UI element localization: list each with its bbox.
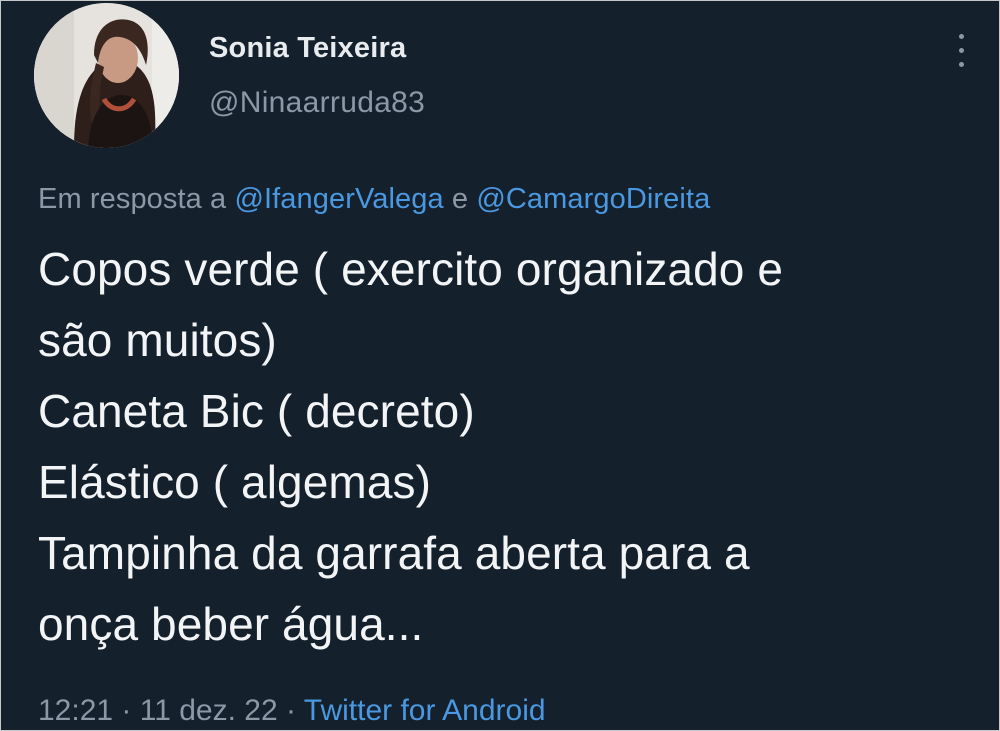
tweet-source-link[interactable]: Twitter for Android: [304, 694, 546, 727]
tweet-text-line: Copos verde ( exercito organizado e: [38, 243, 784, 295]
more-dot: [959, 48, 964, 53]
tweet-date[interactable]: 11 dez. 22: [140, 694, 278, 727]
author-display-name[interactable]: Sonia Teixeira: [209, 32, 406, 65]
avatar-photo: [34, 3, 179, 148]
author-handle[interactable]: @Ninaarruda83: [209, 86, 425, 120]
tweet-text-line: onça beber água...: [38, 598, 424, 650]
reply-prefix: Em resposta a: [38, 183, 227, 215]
avatar[interactable]: [34, 3, 179, 148]
tweet-text-line: são muitos): [38, 314, 277, 366]
tweet-meta: 12:21 · 11 dez. 22 · Twitter for Android: [38, 694, 546, 728]
more-dot: [959, 34, 964, 39]
tweet-card: Sonia Teixeira @Ninaarruda83 Em resposta…: [0, 0, 1000, 731]
reply-mention-ifangervalega[interactable]: @IfangerValega: [234, 183, 443, 215]
tweet-text-line: Caneta Bic ( decreto): [38, 385, 475, 437]
tweet-text-line: Elástico ( algemas): [38, 456, 432, 508]
reply-mention-camargodireita[interactable]: @CamargoDireita: [476, 183, 710, 215]
reply-context: Em resposta a @IfangerValega e @CamargoD…: [38, 183, 710, 216]
reply-joiner: e: [451, 183, 469, 215]
tweet-text: Copos verde ( exercito organizado e são …: [38, 234, 988, 660]
tweet-text-line: Tampinha da garrafa aberta para a: [38, 527, 750, 579]
meta-separator: ·: [286, 694, 296, 727]
more-dot: [959, 62, 964, 67]
tweet-time[interactable]: 12:21: [38, 694, 113, 727]
more-icon[interactable]: [947, 31, 977, 71]
meta-separator: ·: [121, 694, 132, 727]
